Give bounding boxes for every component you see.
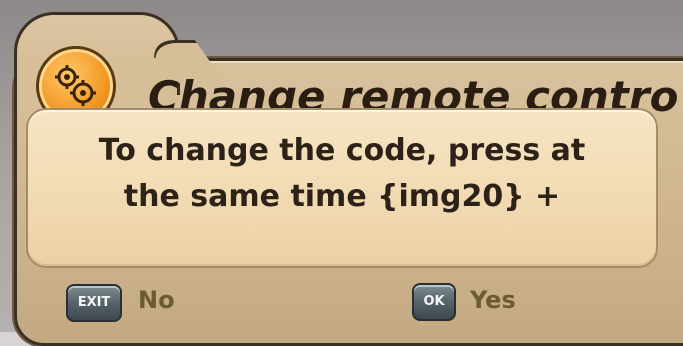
tv-screen: Change remote contro To change the code,… [0, 0, 683, 346]
exit-key-button[interactable]: EXIT [66, 284, 122, 322]
message-line-1: To change the code, press at [98, 133, 586, 168]
message-line-2: the same time {img20} + [123, 179, 561, 214]
message-text: To change the code, press at the same ti… [28, 128, 656, 220]
ok-key-button[interactable]: OK [412, 283, 456, 321]
yes-label: Yes [470, 286, 516, 314]
no-label: No [138, 286, 175, 314]
message-box: To change the code, press at the same ti… [26, 108, 658, 268]
